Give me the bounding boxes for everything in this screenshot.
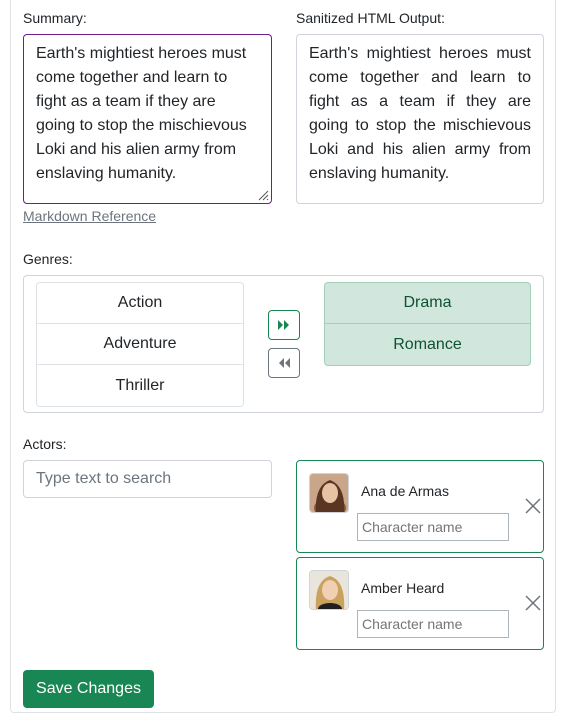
- markdown-reference-link[interactable]: Markdown Reference: [23, 208, 156, 224]
- genre-item-drama[interactable]: Drama: [325, 283, 530, 324]
- close-icon[interactable]: [525, 595, 541, 611]
- character-name-placeholder: Character name: [362, 519, 463, 535]
- close-icon[interactable]: [525, 498, 541, 514]
- genre-item-romance[interactable]: Romance: [325, 324, 530, 365]
- summary-text: Earth's mightiest heroes must come toget…: [36, 45, 247, 182]
- actors-label: Actors:: [23, 436, 67, 452]
- selected-genres-list: Drama Romance: [324, 282, 531, 366]
- actor-card: Amber Heard Character name: [296, 557, 544, 650]
- actor-search-placeholder: Type text to search: [36, 470, 172, 487]
- actor-name: Amber Heard: [361, 580, 445, 596]
- save-changes-button[interactable]: Save Changes: [23, 670, 154, 708]
- resize-handle-icon[interactable]: [257, 189, 269, 201]
- character-name-placeholder: Character name: [362, 616, 463, 632]
- sanitized-output: Earth's mightiest heroes must come toget…: [296, 34, 544, 204]
- avatar: [309, 473, 349, 513]
- output-label: Sanitized HTML Output:: [296, 10, 445, 26]
- output-text: Earth's mightiest heroes must come toget…: [309, 45, 531, 182]
- genre-item-action[interactable]: Action: [37, 283, 243, 324]
- move-right-button[interactable]: [268, 310, 300, 340]
- genre-item-thriller[interactable]: Thriller: [37, 365, 243, 406]
- actor-card: Ana de Armas Character name: [296, 460, 544, 553]
- actor-search-input[interactable]: Type text to search: [23, 460, 272, 498]
- summary-label: Summary:: [23, 10, 87, 26]
- genres-label: Genres:: [23, 251, 73, 267]
- double-chevron-left-icon: [279, 358, 290, 368]
- double-chevron-right-icon: [278, 320, 289, 330]
- avatar: [309, 570, 349, 610]
- summary-textarea[interactable]: Earth's mightiest heroes must come toget…: [23, 34, 272, 204]
- genre-item-adventure[interactable]: Adventure: [37, 324, 243, 365]
- character-name-input[interactable]: Character name: [357, 610, 509, 638]
- character-name-input[interactable]: Character name: [357, 513, 509, 541]
- move-left-button[interactable]: [268, 348, 300, 378]
- available-genres-list: Action Adventure Thriller: [36, 282, 244, 407]
- actor-name: Ana de Armas: [361, 483, 449, 499]
